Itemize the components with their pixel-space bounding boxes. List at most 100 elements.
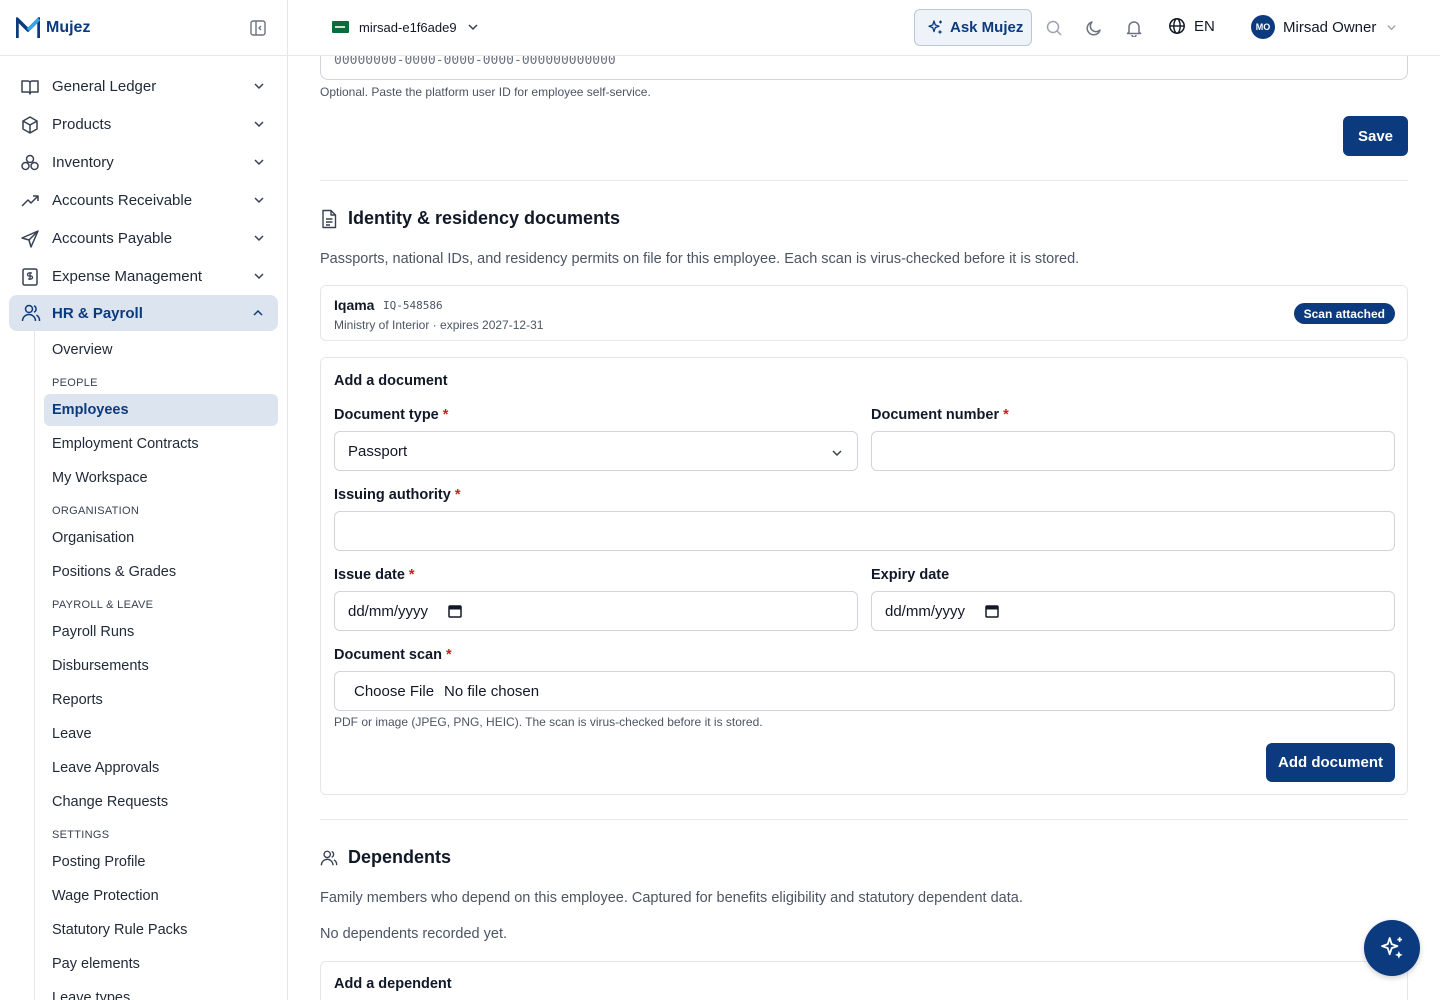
sidebar-item-label: General Ledger [52,77,157,95]
sidebar-item-products[interactable]: Products [0,105,287,143]
save-button[interactable]: Save [1343,116,1408,156]
subnav-disbursements[interactable]: Disbursements [35,649,287,683]
subnav-leave-types[interactable]: Leave types [35,981,287,1000]
subnav-group-payroll-leave: PAYROLL & LEAVE [52,599,154,611]
document-list-item[interactable]: Iqama IQ-548586 Ministry of Interior · e… [320,285,1408,341]
subnav-posting-profile[interactable]: Posting Profile [35,845,287,879]
issuing-authority-input[interactable] [334,511,1395,551]
subnav-employment-contracts[interactable]: Employment Contracts [35,427,287,461]
scan-help-text: PDF or image (JPEG, PNG, HEIC). The scan… [334,715,763,729]
box-icon [22,116,38,134]
ask-mujez-fab-button[interactable] [1364,920,1420,976]
subnav-positions-grades[interactable]: Positions & Grades [35,555,287,589]
scan-status-badge: Scan attached [1293,303,1395,324]
mujez-logo-icon [16,16,40,38]
document-type-label: Document type * [334,407,448,423]
sidebar-item-accounts-payable[interactable]: Accounts Payable [0,219,287,257]
users-icon [21,304,41,322]
subnav-payroll-runs[interactable]: Payroll Runs [35,615,287,649]
moon-icon[interactable] [1085,19,1103,37]
document-type-select[interactable]: Passport [334,431,858,471]
sidebar-item-hr-payroll[interactable]: HR & Payroll [9,295,278,331]
sidebar-item-label: Products [52,115,112,133]
add-document-form: Add a document Document type * Passport D… [320,357,1408,795]
language-switcher[interactable]: EN [1168,17,1215,35]
dependents-empty-text: No dependents recorded yet. [320,926,508,942]
subnav-statutory-rule-packs[interactable]: Statutory Rule Packs [35,913,287,947]
issuing-authority-label: Issuing authority * [334,487,460,503]
subnav-change-requests[interactable]: Change Requests [35,785,287,819]
chevron-down-icon [254,273,264,280]
issue-date-placeholder: dd/mm/yyyy [348,602,429,620]
subnav-leave[interactable]: Leave [35,717,287,751]
issue-date-label: Issue date * [334,567,415,583]
subnav-group-organisation: ORGANISATION [52,505,140,517]
brand-header: Mujez [0,0,287,56]
choose-file-button[interactable]: Choose File [354,683,434,700]
sidebar-item-inventory[interactable]: Inventory [0,143,287,181]
bell-icon[interactable] [1125,19,1143,37]
top-bar: mirsad-e1f6ade9 Ask Mujez EN MO Mirsad O… [288,0,1440,56]
document-meta: Ministry of Interior · expires 2027-12-3… [334,318,544,332]
calendar-icon[interactable] [985,604,999,618]
ask-mujez-button[interactable]: Ask Mujez [914,9,1032,46]
expiry-date-label: Expiry date [871,567,950,583]
chevron-down-icon [832,450,842,457]
file-text-icon [322,209,337,228]
subnav-pay-elements[interactable]: Pay elements [35,947,287,981]
receipt-icon [22,268,38,286]
document-scan-file-input[interactable]: Choose File No file chosen [334,671,1395,711]
sidebar-nav: General Ledger Products Inventory Accoun… [0,56,287,1000]
org-switcher[interactable]: mirsad-e1f6ade9 [320,8,491,46]
dependents-title-text: Dependents [348,847,452,867]
trending-up-icon [21,195,39,207]
book-icon [21,80,39,95]
user-name: Mirsad Owner [1283,18,1377,36]
identity-title-text: Identity & residency documents [348,208,621,228]
chevron-down-icon [468,24,478,31]
document-number-label: Document number * [871,407,1009,423]
document-number-input[interactable] [871,431,1395,471]
sparkles-icon [928,20,943,35]
chevron-down-icon [254,159,264,166]
subnav-employees[interactable]: Employees [44,394,278,426]
document-scan-label: Document scan * [334,647,452,663]
user-id-help-text: Optional. Paste the platform user ID for… [320,85,651,99]
add-dependent-form: Add a dependent [320,961,1408,1000]
sidebar: Mujez General Ledger Products Inventory … [0,0,288,1000]
subnav-leave-approvals[interactable]: Leave Approvals [35,751,287,785]
identity-section-title: Identity & residency documents [320,208,620,229]
boxes-icon [21,154,39,171]
label-text: Issuing authority [334,487,451,503]
calendar-icon[interactable] [448,604,462,618]
required-mark: * [445,647,452,663]
subnav-overview[interactable]: Overview [35,333,287,367]
send-icon [21,230,39,248]
subnav-reports[interactable]: Reports [35,683,287,717]
brand-name: Mujez [46,18,91,36]
sidebar-collapse-icon[interactable] [249,19,267,37]
document-type: Iqama [334,297,375,313]
issue-date-input[interactable]: dd/mm/yyyy [334,591,858,631]
chevron-down-icon [1387,24,1397,30]
subnav-wage-protection[interactable]: Wage Protection [35,879,287,913]
user-menu[interactable]: MO Mirsad Owner [1251,15,1397,39]
search-icon[interactable] [1045,19,1063,37]
chevron-down-icon [254,121,264,128]
label-text: Document type [334,407,439,423]
sidebar-item-accounts-receivable[interactable]: Accounts Receivable [0,181,287,219]
required-mark: * [442,407,449,423]
dependents-section-title: Dependents [320,847,451,868]
sidebar-item-general-ledger[interactable]: General Ledger [0,67,287,105]
sidebar-item-expense-management[interactable]: Expense Management [0,257,287,295]
chevron-up-icon [253,309,263,316]
subnav-organisation[interactable]: Organisation [35,521,287,555]
ask-mujez-label: Ask Mujez [950,19,1024,36]
subnav-my-workspace[interactable]: My Workspace [35,461,287,495]
dependents-section-desc: Family members who depend on this employ… [320,890,1023,906]
required-mark: * [1003,407,1009,423]
label-text: Issue date [334,567,405,583]
add-document-button[interactable]: Add document [1266,743,1395,782]
expiry-date-input[interactable]: dd/mm/yyyy [871,591,1395,631]
required-mark: * [408,567,415,583]
